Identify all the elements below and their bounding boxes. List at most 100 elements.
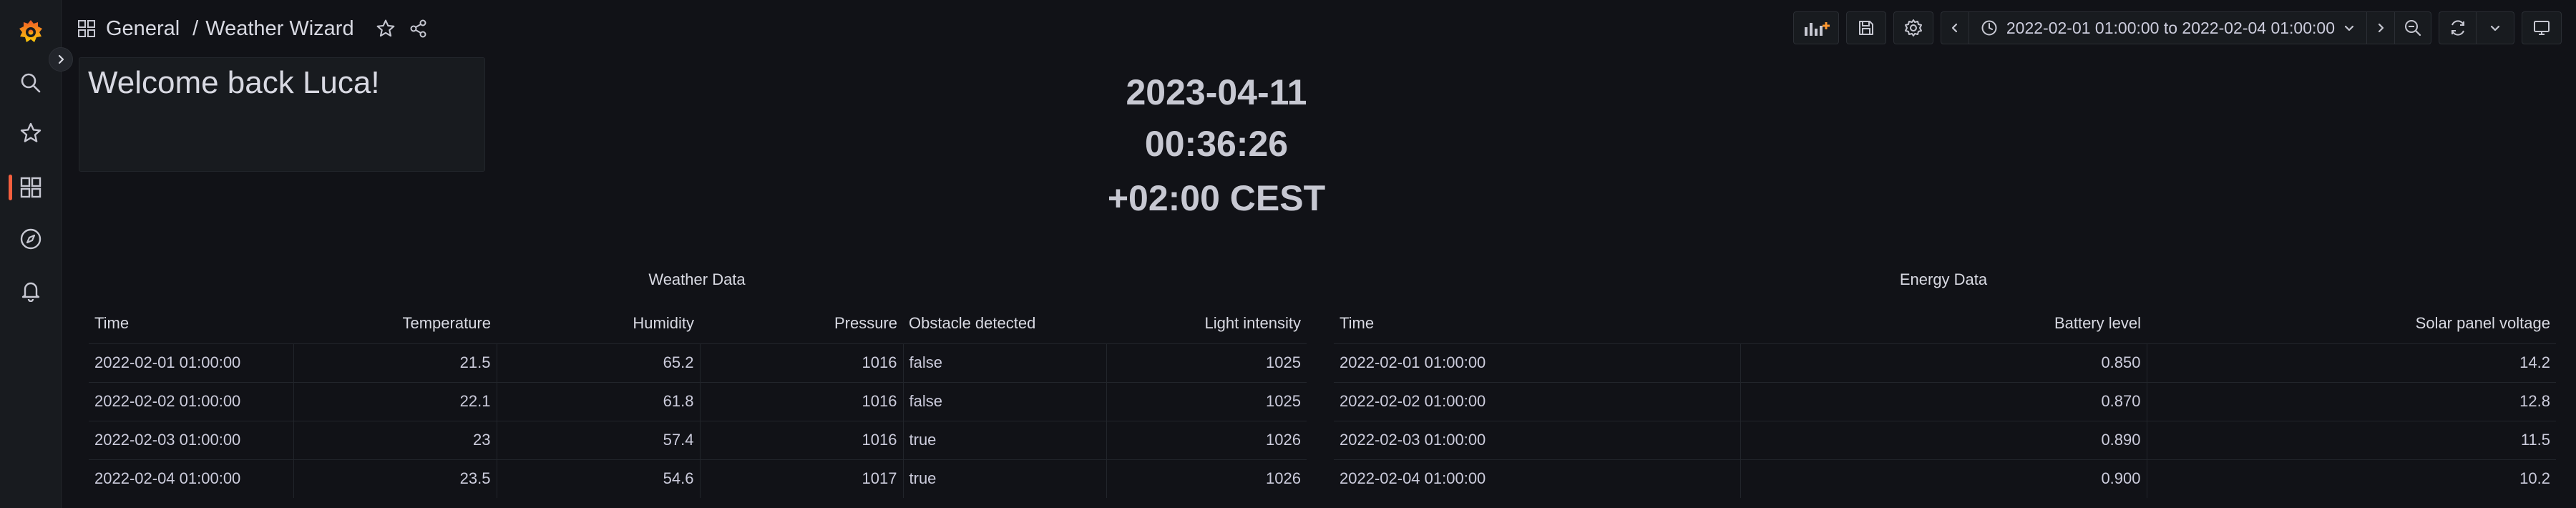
- time-picker-group: 2022-02-01 01:00:00 to 2022-02-04 01:00:…: [1940, 11, 2431, 44]
- weather-panel-title: Weather Data: [648, 270, 746, 288]
- time-range-label: 2022-02-01 01:00:00 to 2022-02-04 01:00:…: [2006, 18, 2335, 37]
- add-panel-button[interactable]: [1792, 11, 1839, 44]
- dashboards-icon[interactable]: [0, 166, 62, 209]
- table-row: 2022-02-02 01:00:00 22.1 61.8 1016 false…: [89, 381, 1307, 421]
- dashboard-app: General / Weather Wizard 2022-02-01 01:0…: [0, 0, 2576, 508]
- table-cell: 0.890: [1740, 420, 2147, 459]
- chevron-down-icon: [2344, 25, 2354, 31]
- table-cell: 2022-02-02 01:00:00: [89, 381, 294, 421]
- column-header-light-intensity[interactable]: Light intensity: [1106, 303, 1307, 343]
- chevron-right-icon: [58, 54, 64, 64]
- table-cell: 1016: [700, 381, 904, 421]
- welcome-panel: Welcome back Luca!: [79, 57, 485, 172]
- breadcrumb-dashboard[interactable]: Weather Wizard: [205, 17, 353, 41]
- table-cell: 1017: [700, 459, 904, 498]
- table-row: 2022-02-02 01:00:00 0.870 12.8: [1334, 381, 2556, 421]
- save-icon: [1858, 21, 1873, 35]
- table-cell: false: [903, 381, 1107, 421]
- zoom-out-icon: [2405, 20, 2421, 36]
- table-row: 2022-02-01 01:00:00 21.5 65.2 1016 false…: [89, 343, 1307, 382]
- time-range-picker[interactable]: 2022-02-01 01:00:00 to 2022-02-04 01:00:…: [1969, 12, 2367, 44]
- clock-time: 00:36:26: [1144, 124, 1289, 164]
- column-header-time[interactable]: Time: [89, 303, 293, 343]
- table-cell: 2022-02-02 01:00:00: [1334, 381, 1741, 421]
- chevron-right-icon: [2378, 23, 2384, 33]
- breadcrumb-folder[interactable]: General: [106, 17, 180, 41]
- table-cell: 23: [293, 420, 497, 459]
- share-icon[interactable]: [409, 19, 429, 39]
- table-cell: 2022-02-04 01:00:00: [89, 459, 294, 498]
- table-row: 2022-02-04 01:00:00 0.900 10.2: [1334, 459, 2556, 498]
- table-cell: 2022-02-01 01:00:00: [89, 343, 294, 382]
- table-cell: 0.850: [1740, 343, 2147, 382]
- chevron-down-icon: [2490, 25, 2500, 31]
- table-cell: true: [903, 420, 1107, 459]
- table-cell: 1026: [1106, 459, 1307, 498]
- tv-mode-button[interactable]: [2522, 11, 2562, 44]
- table-cell: 2022-02-03 01:00:00: [89, 420, 294, 459]
- star-icon[interactable]: [376, 19, 396, 39]
- column-header-solar-panel-voltage[interactable]: Solar panel voltage: [2147, 303, 2556, 343]
- zoom-out-button[interactable]: [2395, 12, 2431, 44]
- clock-timezone: +02:00 CEST: [1107, 178, 1326, 218]
- dashboard-settings-button[interactable]: [1893, 11, 1933, 44]
- table-cell: 1016: [700, 420, 904, 459]
- table-row: 2022-02-01 01:00:00 0.850 14.2: [1334, 343, 2556, 382]
- breadcrumb: General / Weather Wizard: [77, 14, 429, 43]
- table-cell: 14.2: [2147, 343, 2556, 382]
- table-cell: 11.5: [2147, 420, 2556, 459]
- explore-icon[interactable]: [0, 218, 62, 260]
- time-shift-back-button[interactable]: [1941, 12, 1969, 44]
- column-header-battery-level[interactable]: Battery level: [1740, 303, 2147, 343]
- column-header-obstacle-detected[interactable]: Obstacle detected: [903, 303, 1106, 343]
- time-shift-forward-button[interactable]: [2367, 12, 2395, 44]
- table-cell: 0.900: [1740, 459, 2147, 498]
- chevron-left-icon: [1951, 23, 1957, 33]
- breadcrumb-separator: /: [192, 16, 199, 40]
- table-row: 2022-02-03 01:00:00 23 57.4 1016 true 10…: [89, 420, 1307, 459]
- table-cell: 65.2: [497, 343, 701, 382]
- table-header-row: Time Battery level Solar panel voltage: [1334, 303, 2556, 343]
- clock-icon: [1981, 20, 1997, 36]
- table-cell: 2022-02-04 01:00:00: [1334, 459, 1741, 498]
- table-cell: 57.4: [497, 420, 701, 459]
- grafana-logo[interactable]: [0, 10, 62, 53]
- table-cell: 1016: [700, 343, 904, 382]
- refresh-group: [2439, 11, 2514, 44]
- starred-icon[interactable]: [0, 112, 62, 155]
- welcome-text: Welcome back Luca!: [88, 65, 380, 100]
- toolbar: 2022-02-01 01:00:00 to 2022-02-04 01:00:…: [1792, 11, 2562, 44]
- clock-date: 2023-04-11: [1126, 72, 1307, 112]
- table-cell: 0.870: [1740, 381, 2147, 421]
- table-cell: 21.5: [293, 343, 497, 382]
- monitor-icon: [2534, 21, 2550, 35]
- column-header-time[interactable]: Time: [1334, 303, 1740, 343]
- table-cell: 2022-02-03 01:00:00: [1334, 420, 1741, 459]
- alerting-bell-icon[interactable]: [0, 269, 62, 312]
- expand-sidebar-button[interactable]: [49, 47, 73, 72]
- energy-panel-title: Energy Data: [1899, 270, 1988, 288]
- table-cell: 1025: [1106, 381, 1307, 421]
- table-cell: 54.6: [497, 459, 701, 498]
- table-cell: 10.2: [2147, 459, 2556, 498]
- table-cell: 61.8: [497, 381, 701, 421]
- refresh-interval-dropdown[interactable]: [2477, 12, 2514, 44]
- table-row: 2022-02-04 01:00:00 23.5 54.6 1017 true …: [89, 459, 1307, 498]
- table-cell: 23.5: [293, 459, 497, 498]
- table-header-row: Time Temperature Humidity Pressure Obsta…: [89, 303, 1307, 343]
- table-cell: 12.8: [2147, 381, 2556, 421]
- refresh-icon: [2451, 20, 2464, 36]
- table-cell: 22.1: [293, 381, 497, 421]
- add-panel-icon: [1804, 22, 1830, 36]
- table-cell: 2022-02-01 01:00:00: [1334, 343, 1741, 382]
- refresh-button[interactable]: [2439, 12, 2477, 44]
- table-cell: true: [903, 459, 1107, 498]
- column-header-humidity[interactable]: Humidity: [497, 303, 700, 343]
- sidebar: [0, 0, 62, 508]
- top-nav: General / Weather Wizard 2022-02-01 01:0…: [62, 0, 2576, 56]
- table-cell: 1025: [1106, 343, 1307, 382]
- dashboard-grid-icon: [77, 19, 96, 38]
- save-dashboard-button[interactable]: [1845, 11, 1886, 44]
- column-header-temperature[interactable]: Temperature: [293, 303, 497, 343]
- column-header-pressure[interactable]: Pressure: [700, 303, 903, 343]
